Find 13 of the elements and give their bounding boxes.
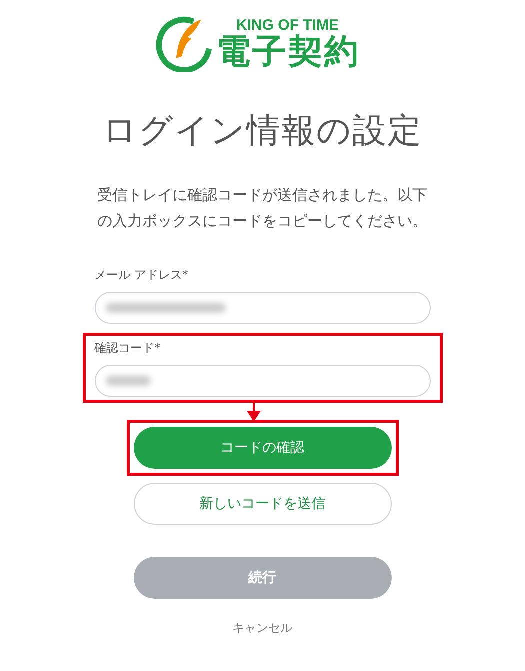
resend-button[interactable]: 新しいコードを送信: [134, 483, 392, 525]
logo-name: 電子契約: [216, 34, 360, 68]
instruction-text: 受信トレイに確認コードが送信されました。以下の入力ボックスにコードをコピーしてください。: [96, 185, 428, 232]
page-title: ログイン情報の設定: [102, 110, 422, 153]
cancel-link[interactable]: キャンセル: [232, 620, 292, 637]
feather-logo-icon: [154, 14, 212, 72]
blurred-value: [106, 376, 150, 386]
input-field[interactable]: [94, 292, 430, 324]
confirm-button[interactable]: コードの確認: [134, 427, 392, 469]
field-label: 確認コード*: [94, 340, 160, 357]
logo-tagline: KING OF TIME: [236, 18, 340, 32]
input-field[interactable]: [94, 365, 430, 397]
field-label: メール アドレス*: [94, 267, 188, 284]
